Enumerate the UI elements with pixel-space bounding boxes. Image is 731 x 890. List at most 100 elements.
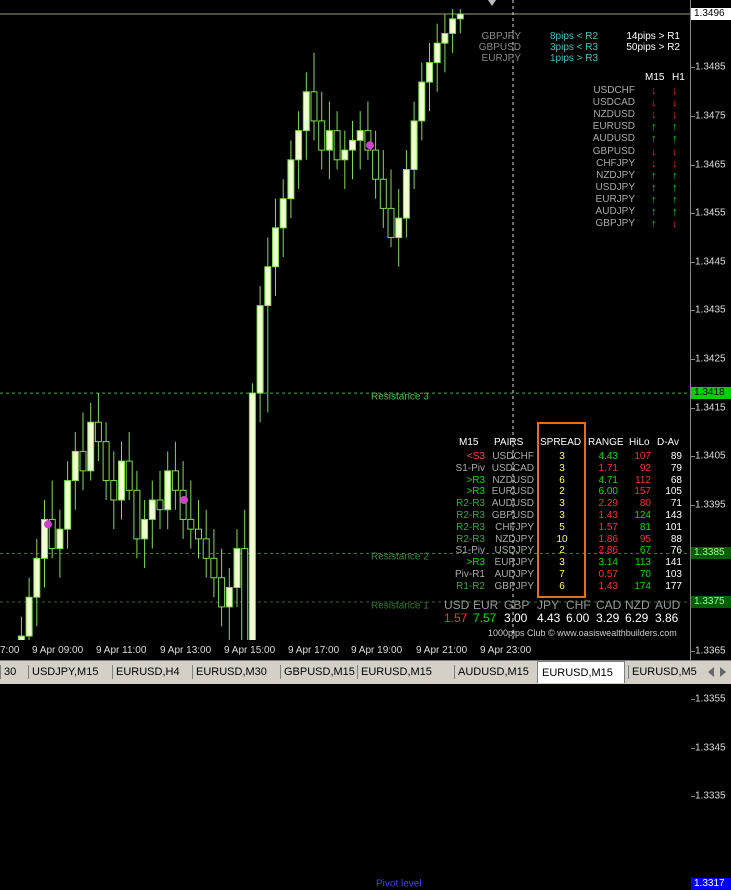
table-cell-state: R2-R3 — [456, 510, 485, 521]
candle-body — [218, 577, 226, 608]
arrow-down-icon: ↓ — [651, 85, 657, 97]
table-cell-state: Piv-R1 — [454, 569, 485, 580]
chart-tab[interactable]: EURUSD,M5 — [628, 663, 708, 681]
table-cell-range: 3.14 — [598, 557, 618, 569]
overlay-dist-a: 3pips < R3 — [550, 42, 599, 53]
candle-body — [156, 499, 164, 511]
chart-tabs-bar: 30 USDJPY,M15 EURUSD,H4 EURUSD,M30 GBPUSD,M1… — [0, 660, 731, 684]
candle-body — [187, 518, 195, 530]
price-tick-label: 1.3395 — [695, 499, 726, 511]
table-cell-state: R2-R3 — [456, 498, 485, 510]
arrow-up-icon: ↑ — [672, 206, 678, 218]
chart-tab[interactable]: GBPUSD,M15 — [280, 663, 356, 681]
overlay-dist-b: 14pips > R1 — [626, 31, 680, 42]
table-cell-dav: 103 — [665, 569, 682, 580]
trend-pair: USDCHF — [593, 85, 635, 96]
table-header-pairs: PAIRS — [494, 437, 524, 448]
chart-tab[interactable]: EURUSD,H4 — [112, 663, 190, 681]
table-cell-state: >R3 — [466, 486, 485, 498]
currency-value: 3.29 — [596, 611, 620, 625]
candle-body — [248, 392, 256, 640]
chart-tab[interactable]: EURUSD,M15 — [537, 661, 625, 683]
table-cell-hilo: 80 — [639, 498, 651, 510]
chart-tab[interactable]: AUDUSD,M15 — [454, 663, 536, 681]
level-label: Resistance 1 — [371, 600, 429, 612]
table-cell-hilo: 95 — [639, 533, 651, 545]
currency-value: 6.00 — [566, 611, 590, 625]
chart-tab[interactable]: EURUSD,M15 — [357, 663, 453, 681]
currency-value: 4.43 — [537, 611, 561, 625]
candle-body — [302, 91, 310, 132]
table-cell-pair: USDCAD — [491, 462, 534, 474]
table-cell-dav: 68 — [670, 474, 682, 486]
candle-body — [426, 62, 433, 83]
time-tick-label: 9 Apr 21:00 — [416, 645, 468, 656]
price-chart[interactable]: 7:00 9 Apr 09:00 9 Apr 11:00 9 Apr 13:00 9 A… — [0, 0, 690, 890]
fractal-marker — [180, 496, 188, 504]
candle-body — [102, 441, 110, 482]
table-cell-dav: 105 — [665, 486, 682, 498]
price-tick-label: 1.3465 — [695, 159, 726, 171]
trend-pair: GBPUSD — [592, 145, 635, 157]
candle-body — [71, 450, 79, 482]
table-cell-pair: AUDUSD — [491, 498, 534, 510]
candle-body — [141, 518, 149, 540]
arrow-down-icon: ↓ — [672, 109, 678, 122]
table-header-dav: D-Av — [657, 437, 680, 448]
arrow-up-icon: ↑ — [651, 218, 657, 231]
table-cell-pair: EURUSD — [491, 486, 534, 498]
arrow-down-icon: ↓ — [651, 97, 657, 110]
table-cell-pair: CHFJPY — [495, 521, 534, 533]
chart-tab[interactable]: 30 — [0, 663, 24, 681]
currency-name: CHF — [566, 598, 591, 612]
price-tick-label: 1.3365 — [695, 645, 726, 657]
candle-body — [125, 460, 133, 491]
table-cell-dav: 88 — [670, 533, 682, 545]
price-tick-label: 1.3415 — [695, 402, 726, 414]
table-cell-hilo: 67 — [639, 545, 651, 557]
tabs-scroll-right-icon[interactable] — [720, 667, 726, 677]
chart-tab[interactable]: USDJPY,M15 — [28, 663, 110, 681]
candle-body — [433, 42, 441, 64]
candle-body — [325, 130, 333, 151]
table-cell-range: 4.43 — [598, 451, 618, 462]
candle-body — [279, 198, 287, 229]
candle-body — [333, 130, 341, 161]
arrow-down-icon: ↓ — [651, 157, 657, 170]
candle-body — [318, 120, 326, 151]
table-cell-pair: AUDJPY — [494, 569, 534, 580]
chart-tab[interactable]: EURUSD,M30 — [192, 663, 278, 681]
candle-body — [341, 149, 349, 161]
price-axis[interactable]: 1.3496 1.3485 1.3475 1.3465 1.3455 1.3445 1.34… — [690, 0, 731, 890]
candle-body — [379, 178, 387, 209]
candle-body — [372, 149, 380, 180]
arrow-down-icon: ↓ — [672, 145, 678, 158]
arrow-down-icon: ↓ — [672, 157, 678, 170]
table-cell-pair: GBPJPY — [494, 580, 534, 592]
table-cell-state: S1-Piv — [455, 462, 485, 474]
chart-canvas[interactable] — [0, 0, 690, 640]
currency-value: 1.57 — [444, 611, 468, 625]
candle-body — [456, 13, 464, 20]
candle-body — [33, 557, 41, 598]
time-tick-label: 9 Apr 11:00 — [96, 645, 147, 656]
fractal-marker — [366, 141, 374, 150]
table-cell-dav: 143 — [665, 510, 682, 521]
currency-name: AUD — [655, 598, 681, 612]
currency-name: GBP — [504, 598, 530, 612]
trend-pair: GBPJPY — [595, 218, 635, 230]
tabs-scroll-left-icon[interactable] — [708, 667, 714, 677]
candle-body — [264, 266, 272, 307]
table-cell-dav: 177 — [665, 580, 682, 592]
arrow-up-icon: ↑ — [672, 121, 678, 134]
candle-body — [395, 217, 403, 239]
overlay-pair: GBPUSD — [478, 42, 521, 53]
price-tick-label: 1.3335 — [695, 790, 726, 802]
price-tick-label: 1.3455 — [695, 207, 726, 219]
arrow-up-icon: ↑ — [672, 181, 678, 194]
candle-body — [202, 538, 210, 559]
price-tick-label: 1.3355 — [695, 693, 726, 705]
candle-body — [87, 421, 95, 472]
trend-pair: EURJPY — [595, 193, 635, 205]
candle-body — [449, 18, 457, 34]
